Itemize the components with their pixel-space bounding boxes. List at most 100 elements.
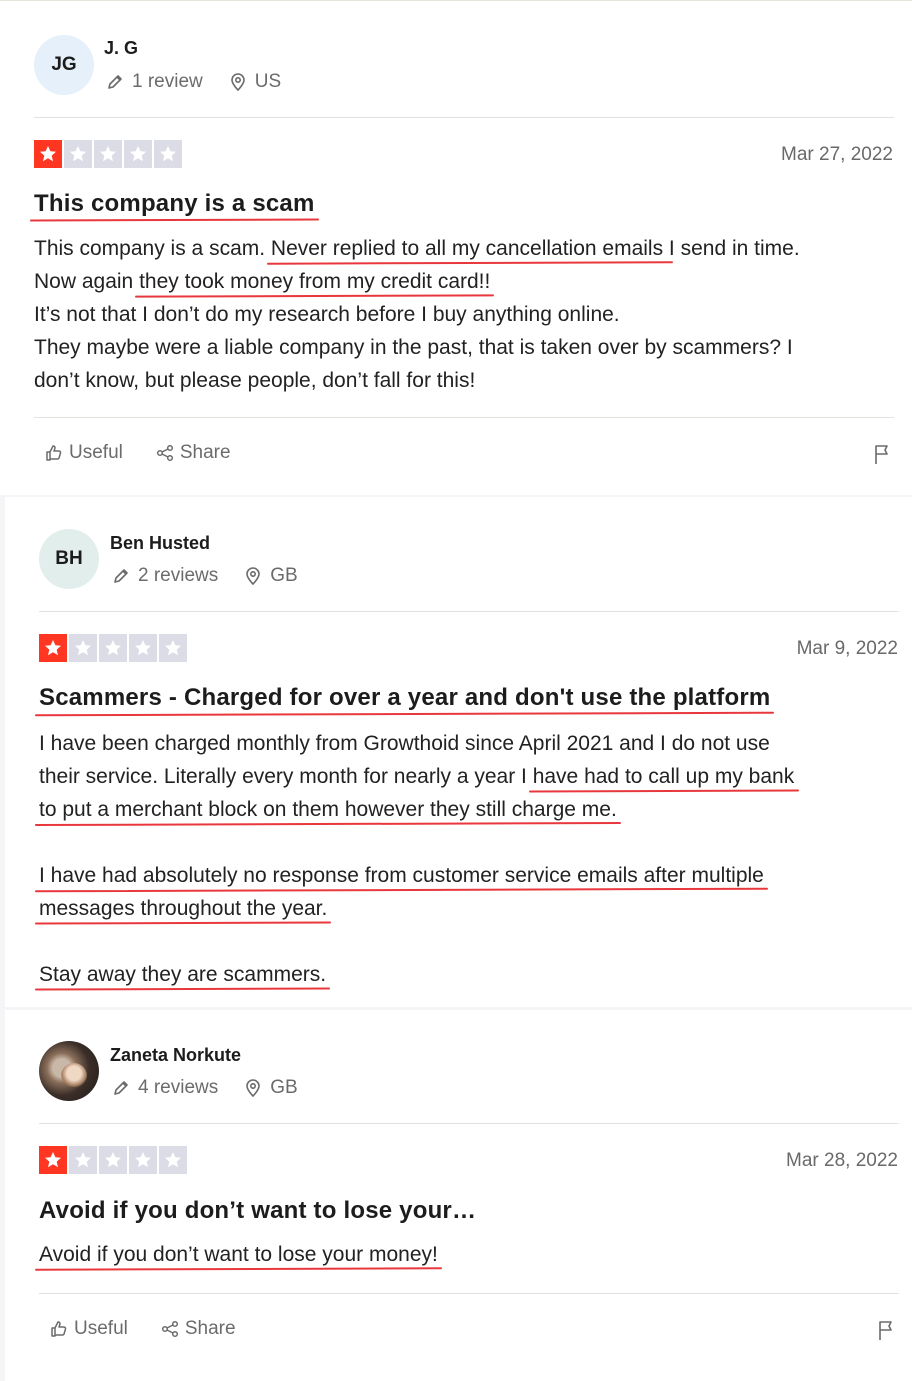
review-actions: Useful Share <box>49 1318 268 1340</box>
star-rating <box>39 1146 189 1174</box>
star-empty-icon <box>99 1146 127 1174</box>
location-pin-icon <box>242 565 264 587</box>
star-empty-icon <box>154 140 182 168</box>
review-title[interactable]: This company is a scam <box>34 190 315 218</box>
star-empty-icon <box>64 140 92 168</box>
star-empty-icon <box>69 1146 97 1174</box>
body-text: I send in time. <box>668 237 800 260</box>
review-count: 2 reviews <box>138 565 219 586</box>
reviewer-meta: 2 reviews GB <box>110 565 298 587</box>
body-line: to put a merchant block on them however … <box>39 793 794 826</box>
pencil-icon <box>104 71 126 93</box>
body-text: Now again <box>34 270 140 293</box>
pencil-icon <box>110 565 132 587</box>
useful-label: Useful <box>69 442 123 463</box>
highlighted-text: they took money from my credit card!! <box>139 270 491 293</box>
flag-icon[interactable] <box>875 1319 897 1341</box>
divider <box>39 611 899 612</box>
pencil-icon <box>110 1077 132 1099</box>
review-card: BH Ben Husted 2 reviews GB Mar 9, 2022 S… <box>5 497 912 1007</box>
highlighted-text: messages throughout the year. <box>39 897 328 920</box>
flag-icon[interactable] <box>871 443 893 465</box>
reviewer-meta: 1 review US <box>104 71 281 93</box>
review-card: Zaneta Norkute 4 reviews GB Mar 28, 2022… <box>5 1010 912 1381</box>
body-text: their service. Literally every month for… <box>39 765 533 788</box>
star-filled-icon <box>34 140 62 168</box>
review-card: JG J. G 1 review US Mar 27, 2022 This co… <box>0 0 912 495</box>
avatar[interactable] <box>39 1041 99 1101</box>
review-actions: Useful Share <box>44 442 263 464</box>
star-empty-icon <box>159 1146 187 1174</box>
highlighted-text: Avoid if you don’t want to lose your mon… <box>39 1243 438 1266</box>
review-body: I have been charged monthly from Growtho… <box>39 727 794 991</box>
avatar[interactable]: JG <box>34 35 94 95</box>
star-rating <box>39 634 189 662</box>
star-empty-icon <box>99 634 127 662</box>
review-count: 4 reviews <box>138 1077 219 1098</box>
body-line: I have been charged monthly from Growtho… <box>39 727 794 760</box>
reviewer-name[interactable]: J. G <box>104 38 138 59</box>
star-filled-icon <box>39 1146 67 1174</box>
highlighted-text: Never replied to all my cancellation ema… <box>270 237 669 260</box>
share-button[interactable]: Share <box>160 1318 236 1340</box>
star-empty-icon <box>129 1146 157 1174</box>
body-line <box>39 826 794 859</box>
review-title-text: This company is a scam <box>34 190 315 217</box>
review-date: Mar 27, 2022 <box>781 144 893 165</box>
review-body: This company is a scam. Never replied to… <box>34 232 800 397</box>
share-label: Share <box>184 1318 236 1339</box>
body-line: This company is a scam. Never replied to… <box>34 232 800 265</box>
share-icon <box>156 444 173 462</box>
star-empty-icon <box>94 140 122 168</box>
star-filled-icon <box>39 634 67 662</box>
country: US <box>254 71 282 92</box>
reviewer-meta: 4 reviews GB <box>110 1077 298 1099</box>
share-icon <box>161 1320 178 1338</box>
body-line: their service. Literally every month for… <box>39 760 794 793</box>
useful-button[interactable]: Useful <box>44 442 123 464</box>
avatar[interactable]: BH <box>39 529 99 589</box>
country: GB <box>270 1077 298 1098</box>
share-button[interactable]: Share <box>155 442 231 464</box>
share-label: Share <box>179 442 231 463</box>
body-line: don’t know, but please people, don’t fal… <box>34 364 800 397</box>
star-empty-icon <box>129 634 157 662</box>
body-line: Stay away they are scammers. <box>39 958 794 991</box>
country: GB <box>270 565 298 586</box>
body-text: don’t know, but please people, don’t fal… <box>34 369 476 392</box>
body-line: I have had absolutely no response from c… <box>39 859 794 892</box>
reviewer-name[interactable]: Ben Husted <box>110 533 210 554</box>
review-body: Avoid if you don’t want to lose your mon… <box>39 1238 438 1271</box>
body-text: It’s not that I don’t do my research bef… <box>34 303 620 326</box>
useful-button[interactable]: Useful <box>49 1318 128 1340</box>
body-text: This company is a scam. <box>34 237 271 260</box>
review-title-text: Avoid if you don’t want to lose your… <box>39 1197 477 1224</box>
review-date: Mar 28, 2022 <box>786 1150 898 1171</box>
body-line: messages throughout the year. <box>39 892 794 925</box>
review-title-text: Scammers - Charged for over a year and d… <box>39 684 771 711</box>
useful-label: Useful <box>74 1318 128 1339</box>
body-line <box>39 925 794 958</box>
body-line: Now again they took money from my credit… <box>34 265 800 298</box>
review-count: 1 review <box>132 71 203 92</box>
reviewer-name[interactable]: Zaneta Norkute <box>110 1045 241 1066</box>
thumbs-up-icon <box>46 445 62 461</box>
highlighted-text: Stay away they are scammers. <box>39 963 327 986</box>
divider <box>39 1293 899 1294</box>
star-rating <box>34 140 184 168</box>
review-title[interactable]: Scammers - Charged for over a year and d… <box>39 684 770 712</box>
location-pin-icon <box>242 1077 264 1099</box>
location-pin-icon <box>227 71 249 93</box>
divider <box>34 417 894 418</box>
highlighted-text: have had to call up my bank <box>532 765 795 788</box>
highlighted-text: I have had absolutely no response from c… <box>39 864 764 887</box>
star-empty-icon <box>69 634 97 662</box>
star-empty-icon <box>159 634 187 662</box>
body-line: They maybe were a liable company in the … <box>34 331 800 364</box>
body-text: They maybe were a liable company in the … <box>34 336 793 359</box>
highlighted-text: to put a merchant block on them however … <box>39 798 617 821</box>
body-line: It’s not that I don’t do my research bef… <box>34 298 800 331</box>
thumbs-up-icon <box>51 1321 67 1337</box>
review-date: Mar 9, 2022 <box>796 638 898 659</box>
review-title[interactable]: Avoid if you don’t want to lose your… <box>39 1197 476 1225</box>
